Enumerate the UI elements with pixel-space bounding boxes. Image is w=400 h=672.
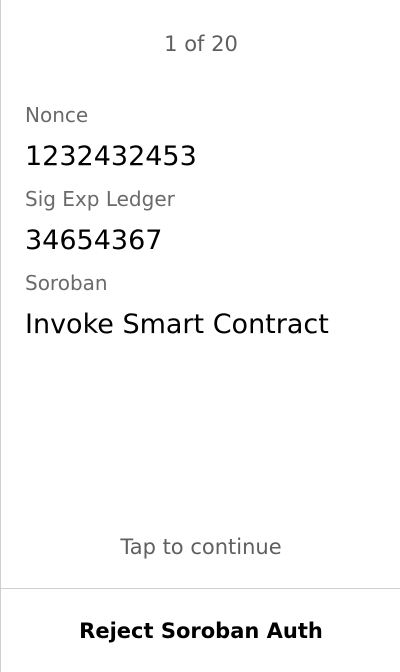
field-value-sig-exp-ledger: 34654367 [25, 225, 163, 256]
tap-to-continue-hint[interactable]: Tap to continue [1, 532, 400, 562]
field-label-sig-exp-ledger: Sig Exp Ledger [25, 187, 175, 211]
transaction-fields: Nonce 1232432453 Sig Exp Ledger 34654367… [25, 100, 395, 352]
page-indicator: 1 of 20 [164, 32, 238, 56]
field-label-soroban: Soroban [25, 271, 108, 295]
field-value-soroban: Invoke Smart Contract [25, 309, 329, 340]
field-label-nonce: Nonce [25, 103, 89, 127]
signing-screen[interactable]: 1 of 20 Nonce 1232432453 Sig Exp Ledger … [0, 0, 400, 672]
field-value-nonce: 1232432453 [25, 141, 197, 172]
reject-soroban-auth-button[interactable]: Reject Soroban Auth [1, 589, 400, 672]
